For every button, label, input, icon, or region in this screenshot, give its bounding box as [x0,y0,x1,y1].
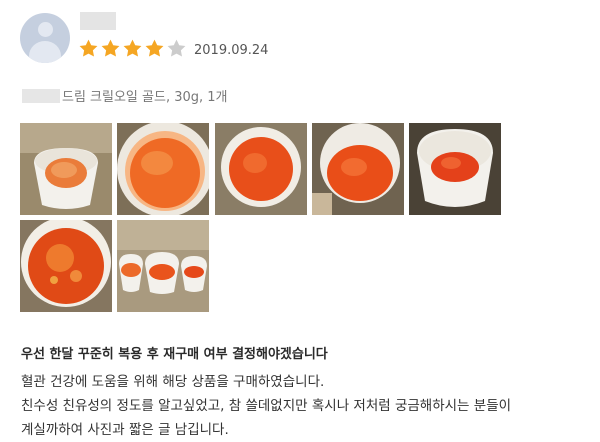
product-option: 드림 크릴오일 골드, 30g, 1개 [22,86,228,105]
redacted-brand [22,88,60,103]
review-photo[interactable] [312,123,404,215]
review-body-line: 친수성 친유성의 정도를 알고싶었고, 참 쓸데없지만 혹시나 저처럼 궁금해하… [21,398,512,414]
avatar-head-shape [38,22,53,37]
review-body-line: 계실까하여 사진과 짧은 글 남깁니다. [21,422,229,438]
review-body-line: 혈관 건강에 도움을 위해 해당 상품을 구매하였습니다. [21,374,325,390]
review-body: 혈관 건강에 도움을 위해 해당 상품을 구매하였습니다. 친수성 친유성의 정… [21,370,596,442]
review-headline: 우선 한달 꾸준히 복용 후 재구매 여부 결정해야겠습니다 [21,347,328,362]
review-photo[interactable] [20,220,112,312]
avatar[interactable] [20,13,70,63]
review-photo[interactable] [20,123,112,215]
review-photo[interactable] [409,123,501,215]
star-icon [122,38,143,59]
product-option-text: 드림 크릴오일 골드, 30g, 1개 [62,90,228,105]
star-icon [78,38,99,59]
star-rating [78,38,188,60]
review-photo[interactable] [117,220,209,312]
review-photo[interactable] [117,123,209,215]
review-date: 2019.09.24 [194,43,269,58]
username: user [80,12,116,30]
star-icon [100,38,121,59]
avatar-body-shape [29,41,61,63]
star-icon [144,38,165,59]
review-photo[interactable] [215,123,307,215]
star-icon [166,38,187,59]
